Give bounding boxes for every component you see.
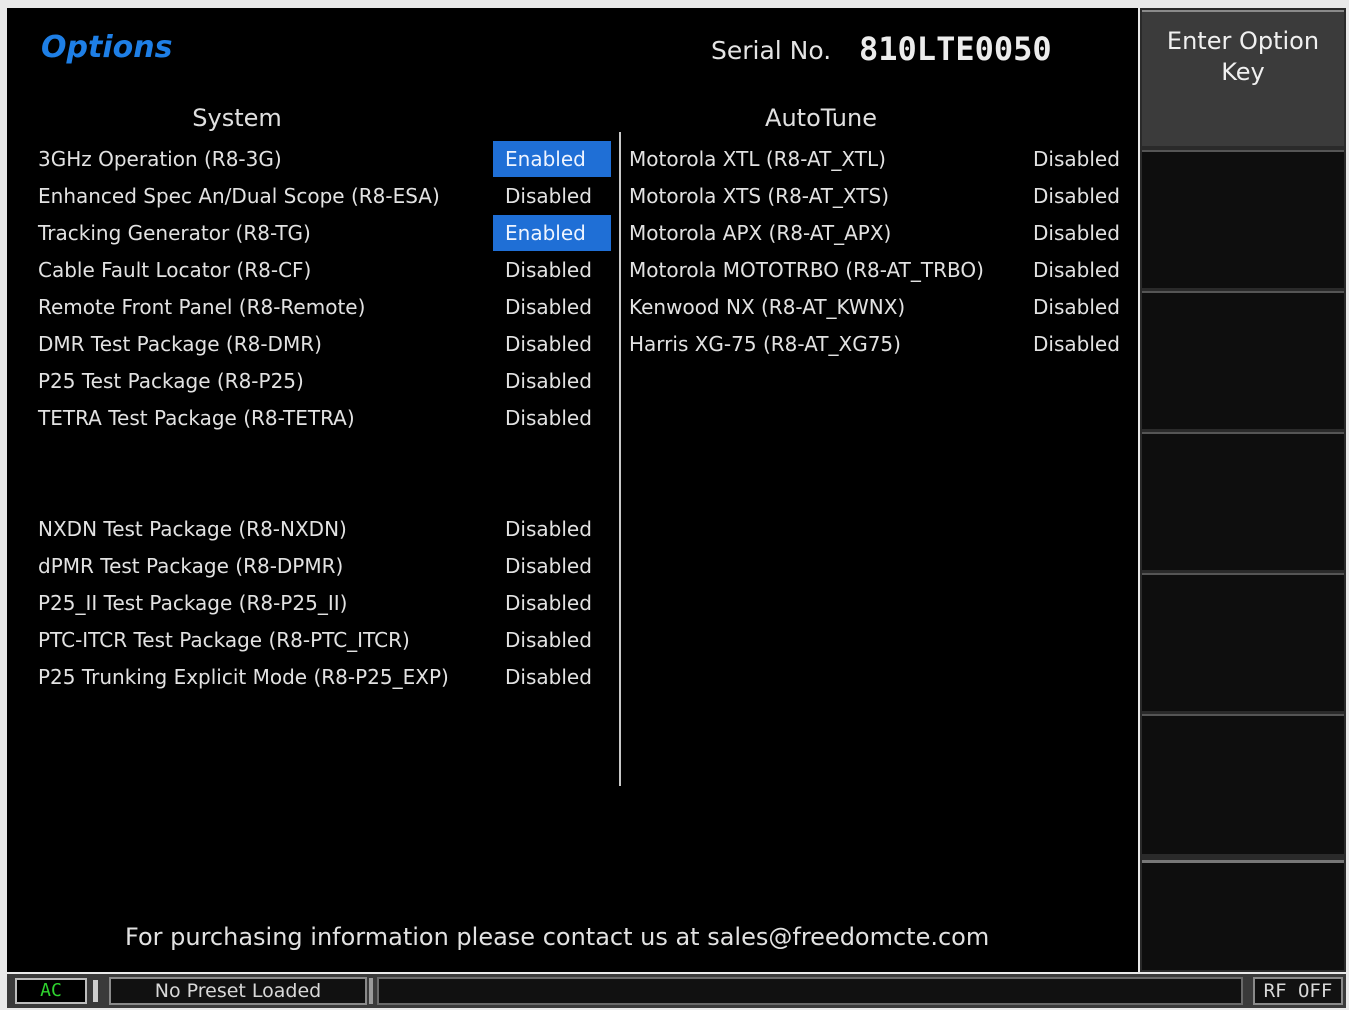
option-status: Disabled xyxy=(505,517,592,541)
preset-status: No Preset Loaded xyxy=(109,977,367,1005)
option-status: Disabled xyxy=(505,295,592,319)
options-screen: Options Serial No. 810LTE0050 System Aut… xyxy=(7,8,1138,972)
option-name: NXDN Test Package (R8-NXDN) xyxy=(38,517,347,541)
option-status: Disabled xyxy=(505,591,592,615)
option-name: Harris XG-75 (R8-AT_XG75) xyxy=(629,332,901,356)
enter-option-key-button[interactable]: Enter Option Key xyxy=(1142,10,1344,146)
softkey-6[interactable] xyxy=(1142,714,1344,854)
option-status: Disabled xyxy=(505,554,592,578)
battery-icon xyxy=(93,980,98,1002)
option-name: 3GHz Operation (R8-3G) xyxy=(38,147,282,171)
option-name: P25 Test Package (R8-P25) xyxy=(38,369,304,393)
serial-label: Serial No. xyxy=(711,36,832,65)
option-status: Disabled xyxy=(1033,258,1120,282)
status-bar: AC No Preset Loaded RF OFF xyxy=(7,974,1346,1008)
status-divider xyxy=(369,978,373,1004)
option-status: Disabled xyxy=(505,406,592,430)
rf-status: RF OFF xyxy=(1253,977,1343,1005)
option-status: Disabled xyxy=(505,258,592,282)
option-status: Disabled xyxy=(505,332,592,356)
softkey-4[interactable] xyxy=(1142,432,1344,570)
option-status: Enabled xyxy=(493,141,611,177)
softkey-2[interactable] xyxy=(1142,150,1344,288)
power-status: AC xyxy=(15,978,87,1004)
softkey-3[interactable] xyxy=(1142,291,1344,429)
option-status: Disabled xyxy=(505,628,592,652)
option-name: Motorola XTS (R8-AT_XTS) xyxy=(629,184,889,208)
option-name: Cable Fault Locator (R8-CF) xyxy=(38,258,312,282)
option-name: Motorola XTL (R8-AT_XTL) xyxy=(629,147,886,171)
option-status: Enabled xyxy=(493,215,611,251)
option-name: Motorola APX (R8-AT_APX) xyxy=(629,221,892,245)
purchase-info-text: For purchasing information please contac… xyxy=(125,923,990,951)
option-status: Disabled xyxy=(505,665,592,689)
system-heading: System xyxy=(192,104,282,132)
option-status: Disabled xyxy=(1033,221,1120,245)
option-name: Tracking Generator (R8-TG) xyxy=(38,221,311,245)
option-name: Kenwood NX (R8-AT_KWNX) xyxy=(629,295,906,319)
option-name: DMR Test Package (R8-DMR) xyxy=(38,332,322,356)
page-title: Options xyxy=(41,30,173,65)
option-name: dPMR Test Package (R8-DPMR) xyxy=(38,554,344,578)
option-status: Disabled xyxy=(1033,184,1120,208)
softkey-panel: Enter Option Key xyxy=(1140,8,1346,972)
message-area xyxy=(377,977,1243,1005)
option-status: Disabled xyxy=(1033,147,1120,171)
column-divider xyxy=(619,132,621,786)
option-status: Disabled xyxy=(1033,295,1120,319)
serial-value: 810LTE0050 xyxy=(859,30,1052,68)
option-name: P25_II Test Package (R8-P25_II) xyxy=(38,591,348,615)
option-status: Disabled xyxy=(1033,332,1120,356)
option-name: PTC-ITCR Test Package (R8-PTC_ITCR) xyxy=(38,628,410,652)
softkey-7[interactable] xyxy=(1142,860,1344,970)
option-status: Disabled xyxy=(505,369,592,393)
option-name: Motorola MOTOTRBO (R8-AT_TRBO) xyxy=(629,258,984,282)
option-status: Disabled xyxy=(505,184,592,208)
option-name: Remote Front Panel (R8-Remote) xyxy=(38,295,366,319)
autotune-heading: AutoTune xyxy=(765,104,877,132)
softkey-5[interactable] xyxy=(1142,573,1344,711)
option-name: P25 Trunking Explicit Mode (R8-P25_EXP) xyxy=(38,665,449,689)
option-name: Enhanced Spec An/Dual Scope (R8-ESA) xyxy=(38,184,440,208)
option-name: TETRA Test Package (R8-TETRA) xyxy=(38,406,355,430)
